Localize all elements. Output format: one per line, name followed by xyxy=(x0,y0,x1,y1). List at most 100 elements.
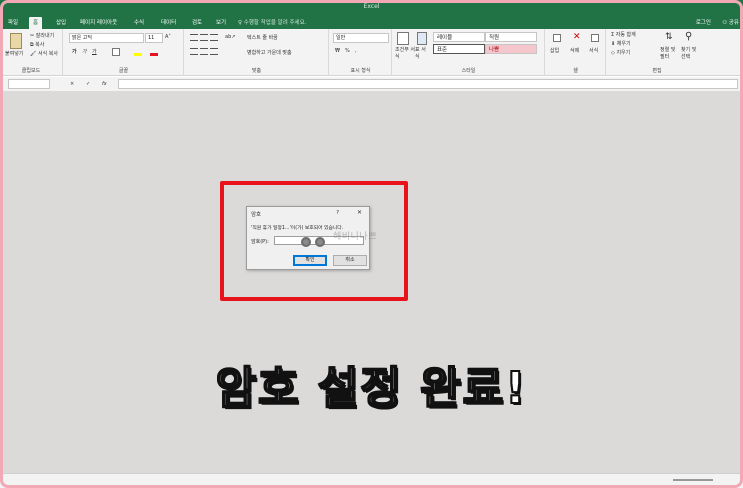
paste-button[interactable]: 붙여넣기 xyxy=(5,50,23,57)
tab-file[interactable]: 파일 xyxy=(4,17,22,29)
dialog-title: 암호 xyxy=(251,212,262,218)
status-bar xyxy=(0,473,743,488)
help-button[interactable]: ? xyxy=(336,210,339,216)
name-box[interactable] xyxy=(8,79,50,89)
tab-insert[interactable]: 삽입 xyxy=(52,17,70,29)
cells-group-label: 셀 xyxy=(573,68,578,74)
share-label: 공유 xyxy=(728,20,739,26)
close-icon[interactable]: ✕ xyxy=(357,209,362,216)
delete-cells-button[interactable]: 삭제 xyxy=(570,47,579,54)
underline-button[interactable]: 가 xyxy=(92,48,97,55)
align-right-icon[interactable] xyxy=(210,48,218,55)
cut-label: 잘라내기 xyxy=(35,33,55,39)
alignment-group: ab↗ 텍스트 줄 바꿈 병합하고 가운데 맞춤 맞춤 xyxy=(185,29,329,76)
tab-view[interactable]: 보기 xyxy=(212,17,230,29)
sign-in-link[interactable]: 로그인 xyxy=(696,17,711,29)
tab-review[interactable]: 검토 xyxy=(188,17,206,29)
number-format-select[interactable]: 일반 xyxy=(333,33,389,43)
align-top-icon[interactable] xyxy=(190,34,198,41)
wrap-text-button[interactable]: 텍스트 줄 바꿈 xyxy=(247,34,278,41)
fill-button[interactable]: ⬇ 채우기 xyxy=(611,40,631,47)
watermark-eye-icon xyxy=(315,237,325,247)
tell-me-search[interactable]: ♀ 수행할 작업을 알려 주세요. xyxy=(238,17,306,29)
ribbon-tabs: 파일 홈 삽입 페이지 레이아웃 수식 데이터 검토 보기 ♀ 수행할 작업을 … xyxy=(0,15,743,29)
clipboard-group-label: 클립보드 xyxy=(21,68,41,74)
copy-icon: ⧉ xyxy=(30,42,34,48)
share-button[interactable]: ⚇ 공유 xyxy=(722,17,739,29)
align-left-icon[interactable] xyxy=(190,48,198,55)
cancel-button[interactable]: 취소 xyxy=(333,255,367,266)
orientation-icon[interactable]: ab↗ xyxy=(225,34,235,40)
number-group: 일반 ₩ % , 표시 형식 xyxy=(330,29,392,76)
person-icon: ⚇ xyxy=(722,20,728,26)
merge-center-button[interactable]: 병합하고 가운데 맞춤 xyxy=(247,49,292,56)
borders-icon[interactable] xyxy=(112,48,120,56)
fx-icon[interactable]: fx xyxy=(102,81,107,87)
insert-cells-icon[interactable] xyxy=(553,34,561,42)
align-center-icon[interactable] xyxy=(200,48,208,55)
cut-button[interactable]: ✂ 잘라내기 xyxy=(30,32,54,39)
comma-button[interactable]: , xyxy=(355,48,357,54)
font-grow-icon[interactable]: A˄ xyxy=(165,34,171,40)
editing-group: Σ 자동 합계 ⬇ 채우기 ◇ 지우기 ⇅ 정렬 및 필터 ⚲ 찾기 및 선택 … xyxy=(607,29,707,76)
table-format-button[interactable]: 표 서식 xyxy=(415,47,429,61)
formula-bar: × ✓ fx xyxy=(0,77,743,91)
font-color-icon[interactable] xyxy=(150,48,158,56)
conditional-format-button[interactable]: 조건부 서식 xyxy=(395,47,415,61)
caption-text: 암호 설정 완료! xyxy=(215,362,528,415)
table-format-icon[interactable] xyxy=(417,32,427,45)
currency-icon[interactable]: ₩ xyxy=(335,48,340,54)
ribbon: 붙여넣기 ✂ 잘라내기 ⧉ 복사 🖌 서식 복사 클립보드 맑은 고딕 11 A… xyxy=(0,29,743,76)
style-staff[interactable]: 직원 xyxy=(485,32,537,42)
clipboard-group: 붙여넣기 ✂ 잘라내기 ⧉ 복사 🖌 서식 복사 클립보드 xyxy=(0,29,63,76)
sort-filter-button[interactable]: 정렬 및 필터 xyxy=(660,47,680,61)
font-group: 맑은 고딕 11 A˄ 가 가 가 글꼴 xyxy=(64,29,184,76)
password-label: 암호(P): xyxy=(251,239,269,245)
editing-group-label: 편집 xyxy=(652,68,662,74)
font-name-select[interactable]: 맑은 고딕 xyxy=(69,33,144,43)
formula-input[interactable] xyxy=(118,79,738,89)
insert-cells-button[interactable]: 삽입 xyxy=(550,47,559,54)
autosum-button[interactable]: Σ 자동 합계 xyxy=(611,31,636,38)
zoom-slider[interactable] xyxy=(673,479,713,481)
enter-formula-button[interactable]: ✓ xyxy=(86,81,90,87)
find-icon[interactable]: ⚲ xyxy=(685,31,692,42)
watermark-text: 해비니나쁘 xyxy=(333,232,377,242)
find-select-button[interactable]: 찾기 및 선택 xyxy=(681,47,701,61)
percent-button[interactable]: % xyxy=(345,48,350,54)
style-bad[interactable]: 나쁨 xyxy=(485,44,537,54)
tab-formulas[interactable]: 수식 xyxy=(130,17,148,29)
format-painter-button[interactable]: 🖌 서식 복사 xyxy=(30,50,58,57)
format-cells-button[interactable]: 서식 xyxy=(589,47,598,54)
style-normal[interactable]: 표준 xyxy=(433,44,485,54)
align-middle-icon[interactable] xyxy=(200,34,208,41)
fill-color-icon[interactable] xyxy=(134,48,142,56)
clear-button[interactable]: ◇ 지우기 xyxy=(611,49,630,56)
alignment-group-label: 맞춤 xyxy=(251,68,262,74)
copy-button[interactable]: ⧉ 복사 xyxy=(30,41,44,48)
bold-button[interactable]: 가 xyxy=(72,48,77,55)
fill-down-icon: ⬇ xyxy=(611,41,616,47)
cancel-formula-button[interactable]: × xyxy=(70,81,74,87)
brush-icon: 🖌 xyxy=(30,51,37,57)
conditional-format-icon[interactable] xyxy=(397,32,409,45)
italic-button[interactable]: 가 xyxy=(82,48,87,55)
tab-home[interactable]: 홈 xyxy=(29,17,43,29)
tab-data[interactable]: 데이터 xyxy=(157,17,180,29)
format-painter-label: 서식 복사 xyxy=(37,51,58,57)
ok-button[interactable]: 확인 xyxy=(293,255,327,266)
align-bottom-icon[interactable] xyxy=(210,34,218,41)
cells-group: 삽입 ✕ 삭제 서식 셀 xyxy=(546,29,606,76)
delete-cells-icon[interactable]: ✕ xyxy=(573,32,581,42)
tab-page-layout[interactable]: 페이지 레이아웃 xyxy=(76,17,121,29)
style-label[interactable]: 레이블 xyxy=(433,32,485,42)
format-cells-icon[interactable] xyxy=(591,34,599,42)
dialog-message: '직원 휴가 일정1...'이(가) 보호되어 있습니다. xyxy=(251,226,344,231)
styles-group-label: 스타일 xyxy=(461,68,476,74)
copy-label: 복사 xyxy=(35,42,45,48)
sort-filter-icon[interactable]: ⇅ xyxy=(665,32,673,42)
number-group-label: 표시 형식 xyxy=(350,68,371,74)
clear-label: 지우기 xyxy=(616,50,631,56)
clipboard-icon xyxy=(10,33,22,49)
font-size-select[interactable]: 11 xyxy=(145,33,163,43)
